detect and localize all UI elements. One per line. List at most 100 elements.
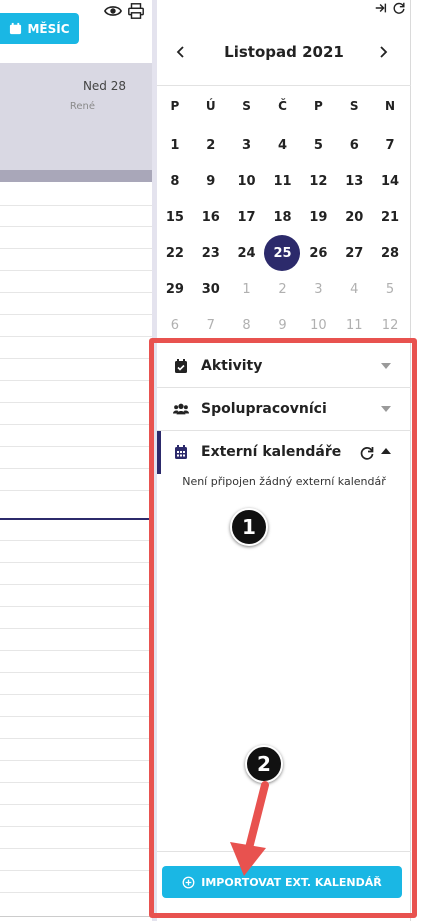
- calendar-day[interactable]: 11: [264, 163, 300, 199]
- calendar-day[interactable]: 4: [336, 271, 372, 307]
- all-day-bar: [0, 170, 152, 182]
- time-grid[interactable]: [0, 182, 152, 921]
- month-view-button[interactable]: MĚSÍC: [0, 13, 79, 44]
- calendar-day[interactable]: 1: [157, 127, 193, 163]
- calendar-day-number: 24: [237, 245, 256, 261]
- calendar-day[interactable]: 30: [193, 271, 229, 307]
- calendar-day-number: 13: [345, 173, 364, 189]
- calendar-day-number: 1: [242, 281, 251, 297]
- calendar-day-number: 4: [277, 137, 287, 153]
- calendar-day[interactable]: 17: [229, 199, 265, 235]
- calendar-day[interactable]: 26: [300, 235, 336, 271]
- calendar-day-number: 29: [165, 281, 184, 297]
- weekday-label: S: [242, 99, 251, 113]
- calendar-day[interactable]: 12: [300, 163, 336, 199]
- calendar-day-number: 19: [309, 209, 328, 225]
- calendar-day[interactable]: 7: [372, 127, 408, 163]
- hour-line: [0, 540, 152, 541]
- day-label: Ned 28: [82, 79, 126, 93]
- hour-line: [0, 716, 152, 717]
- eye-icon[interactable]: [104, 2, 122, 20]
- calendar-day[interactable]: 24: [229, 235, 265, 271]
- calendar-day[interactable]: 21: [372, 199, 408, 235]
- calendar-day-number: 30: [201, 281, 220, 297]
- calendar-day-number: 8: [242, 317, 251, 333]
- app-screen: MĚSÍC Ned 28 René Listopad 2021 P Ú S Č …: [0, 0, 421, 921]
- collapse-panel-icon[interactable]: [374, 1, 388, 15]
- weekday-label: Ú: [205, 99, 216, 113]
- hour-line: [0, 870, 152, 871]
- refresh-icon[interactable]: [392, 1, 406, 15]
- mini-calendar-days: 1 2 3 4 5 6 7 8 9 10 11 12 13 14 15 16 17 18 19 20 21 22 23 24 2…: [157, 127, 411, 343]
- weekday-header: P Ú S Č P S N: [157, 99, 411, 113]
- calendar-day[interactable]: 5: [372, 271, 408, 307]
- calendar-day[interactable]: 3: [229, 127, 265, 163]
- calendar-day-number: 10: [310, 317, 327, 333]
- hour-line: [0, 490, 152, 491]
- calendar-day[interactable]: 19: [300, 199, 336, 235]
- calendar-day[interactable]: 4: [264, 127, 300, 163]
- hour-line: [0, 650, 152, 651]
- calendar-day[interactable]: 16: [193, 199, 229, 235]
- calendar-day-number: 2: [206, 137, 216, 153]
- weekday-label: S: [349, 99, 359, 113]
- person-label: René: [69, 101, 95, 112]
- calendar-day[interactable]: 29: [157, 271, 193, 307]
- weekday-label: Č: [278, 99, 287, 113]
- hour-line: [0, 446, 152, 447]
- calendar-day[interactable]: 23: [193, 235, 229, 271]
- calendar-day-today[interactable]: 25: [264, 235, 301, 271]
- calendar-day-number: 11: [273, 173, 292, 189]
- calendar-day[interactable]: 9: [193, 163, 229, 199]
- calendar-day[interactable]: 20: [336, 199, 372, 235]
- calendar-day-number: 6: [349, 137, 359, 153]
- hour-line: [0, 606, 152, 607]
- hour-line: [0, 402, 152, 403]
- calendar-day[interactable]: 3: [300, 271, 336, 307]
- calendar-day-number: 1: [170, 137, 180, 153]
- calendar-day-number: 28: [381, 245, 400, 261]
- hour-line: [0, 424, 152, 425]
- calendar-day[interactable]: 13: [336, 163, 372, 199]
- calendar-day-number: 3: [314, 281, 323, 297]
- hour-line: [0, 782, 152, 783]
- hour-line: [0, 336, 152, 337]
- calendar-day-number: 9: [206, 173, 216, 189]
- hour-line: [0, 826, 152, 827]
- hour-line: [0, 562, 152, 563]
- pointer-arrow-icon: [230, 781, 269, 876]
- calendar-day-number: 25: [264, 235, 301, 271]
- calendar-day[interactable]: 27: [336, 235, 372, 271]
- next-month-icon[interactable]: [375, 44, 391, 60]
- calendar-day-number: 12: [381, 317, 399, 333]
- calendar-day[interactable]: 10: [229, 163, 265, 199]
- hour-line: [0, 628, 152, 629]
- calendar-day[interactable]: 5: [300, 127, 336, 163]
- calendar-day-number: 6: [170, 317, 180, 333]
- calendar-day-number: 22: [165, 245, 184, 261]
- day-column-header[interactable]: Ned 28 René: [0, 63, 152, 170]
- mini-calendar-header: Listopad 2021: [157, 20, 411, 86]
- calendar-day[interactable]: 1: [229, 271, 265, 307]
- calendar-day[interactable]: 18: [264, 199, 300, 235]
- hour-line: [0, 314, 152, 315]
- hour-line: [0, 804, 152, 805]
- mini-calendar-title: Listopad 2021: [224, 43, 344, 61]
- printer-icon[interactable]: [127, 2, 145, 20]
- calendar-day[interactable]: 28: [372, 235, 408, 271]
- calendar-day-number: 5: [385, 281, 395, 297]
- calendar-day[interactable]: 2: [193, 127, 229, 163]
- calendar-day-number: 20: [345, 209, 364, 225]
- calendar-day-view: MĚSÍC Ned 28 René: [0, 0, 152, 921]
- hour-line: [0, 468, 152, 469]
- calendar-day[interactable]: 8: [157, 163, 193, 199]
- hour-line: [0, 248, 152, 249]
- calendar-day[interactable]: 2: [264, 271, 300, 307]
- calendar-day[interactable]: 6: [336, 127, 372, 163]
- calendar-day[interactable]: 15: [157, 199, 193, 235]
- hour-line: [0, 205, 152, 206]
- calendar-day[interactable]: 22: [157, 235, 193, 271]
- weekday-label: N: [385, 99, 396, 113]
- calendar-day-number: 11: [345, 317, 363, 333]
- calendar-day[interactable]: 14: [372, 163, 408, 199]
